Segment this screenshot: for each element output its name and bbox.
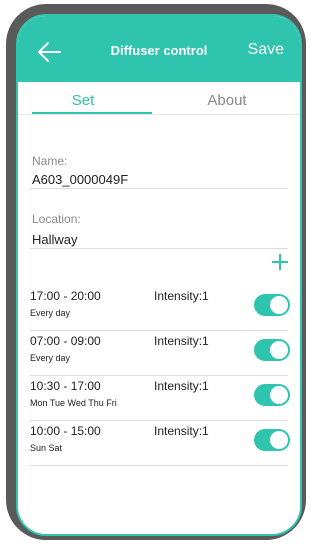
toggle-knob	[270, 341, 288, 359]
schedule-days: Every day	[30, 353, 71, 363]
add-schedule-icon[interactable]	[272, 254, 288, 270]
schedule-days: Every day	[30, 308, 71, 318]
row-divider	[30, 465, 288, 466]
schedule-intensity: Intensity:1	[154, 379, 209, 393]
schedule-time: 07:00 - 09:00	[30, 334, 101, 348]
schedule-time: 10:30 - 17:00	[30, 379, 101, 393]
schedule-row[interactable]: 10:00 - 15:00 Sun Sat Intensity:1	[18, 421, 300, 466]
active-tab-indicator	[32, 112, 152, 114]
toggle-knob	[270, 431, 288, 449]
location-label: Location:	[32, 212, 81, 226]
location-field[interactable]: Hallway	[32, 232, 78, 247]
name-label: Name:	[32, 154, 68, 168]
schedule-row[interactable]: 07:00 - 09:00 Every day Intensity:1	[18, 331, 300, 376]
header-bar: Diffuser control Save	[18, 16, 300, 82]
schedule-toggle[interactable]	[254, 294, 290, 316]
tab-set[interactable]: Set	[18, 92, 148, 109]
schedule-days: Sun Sat	[30, 443, 63, 453]
schedule-row[interactable]: 10:30 - 17:00 Mon Tue Wed Thu Fri Intens…	[18, 376, 300, 421]
toggle-knob	[270, 386, 288, 404]
name-field[interactable]: A603_0000049F	[32, 172, 128, 187]
schedule-toggle[interactable]	[254, 339, 290, 361]
schedule-toggle[interactable]	[254, 384, 290, 406]
schedule-time: 17:00 - 20:00	[30, 289, 101, 303]
name-divider	[30, 188, 288, 189]
schedule-row[interactable]: 17:00 - 20:00 Every day Intensity:1	[18, 286, 300, 331]
app-screen: Diffuser control Save Set About Name: A6…	[16, 14, 302, 536]
schedule-time: 10:00 - 15:00	[30, 424, 101, 438]
save-button[interactable]: Save	[248, 41, 284, 59]
schedule-toggle[interactable]	[254, 429, 290, 451]
schedule-intensity: Intensity:1	[154, 289, 209, 303]
tab-divider	[18, 114, 300, 115]
tab-about[interactable]: About	[162, 92, 292, 109]
schedule-intensity: Intensity:1	[154, 424, 209, 438]
schedule-intensity: Intensity:1	[154, 334, 209, 348]
schedule-days: Mon Tue Wed Thu Fri	[30, 398, 117, 408]
location-divider	[30, 248, 288, 249]
toggle-knob	[270, 296, 288, 314]
